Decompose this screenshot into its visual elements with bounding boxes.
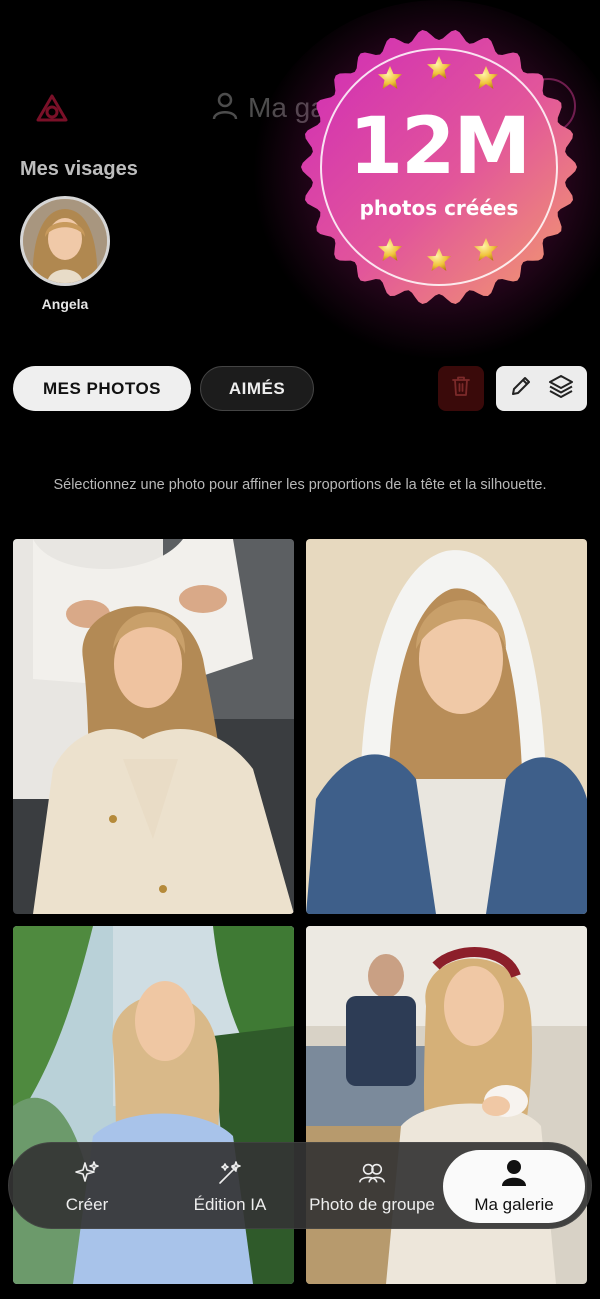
promo-headline: 12M (348, 102, 531, 192)
edit-tools (496, 366, 587, 411)
nav-item-label: Créer (65, 1194, 109, 1214)
face-avatar[interactable] (20, 196, 110, 286)
group-icon (358, 1159, 386, 1187)
gallery-photo[interactable] (306, 926, 587, 1284)
nav-item-my-gallery[interactable]: Ma galerie (443, 1150, 585, 1223)
app-logo-icon[interactable] (32, 88, 72, 128)
tab-liked[interactable]: AIMÉS (200, 366, 314, 411)
nav-item-label: Ma galerie (474, 1194, 554, 1214)
nav-item-label: Édition IA (193, 1194, 267, 1214)
tab-my-photos[interactable]: MES PHOTOS (13, 366, 191, 411)
delete-button[interactable] (438, 366, 484, 411)
pencil-icon[interactable] (509, 374, 533, 403)
promo-subtitle: photos créées (359, 196, 519, 220)
layers-icon[interactable] (548, 373, 574, 404)
user-icon (212, 92, 238, 125)
nav-item-label: Photo de groupe (309, 1194, 435, 1214)
nav-item-ai-edit[interactable]: Édition IA (177, 1143, 283, 1230)
person-icon (500, 1159, 528, 1187)
hint-text: Sélectionnez une photo pour affiner les … (53, 477, 547, 493)
bottom-nav: Créer Édition IA Photo de groupe Ma gale… (8, 1142, 592, 1229)
gallery-photo[interactable] (306, 539, 587, 914)
nav-item-create[interactable]: Créer (29, 1143, 145, 1230)
gallery-photo[interactable] (13, 926, 294, 1284)
faces-section-title: Mes visages (20, 158, 138, 180)
trash-icon (451, 375, 471, 402)
gallery-photo[interactable] (13, 539, 294, 914)
face-name: Angela (41, 296, 89, 312)
sparkles-icon (73, 1159, 101, 1187)
nav-item-group-photo[interactable]: Photo de groupe (299, 1143, 445, 1230)
magic-wand-icon (216, 1159, 244, 1187)
